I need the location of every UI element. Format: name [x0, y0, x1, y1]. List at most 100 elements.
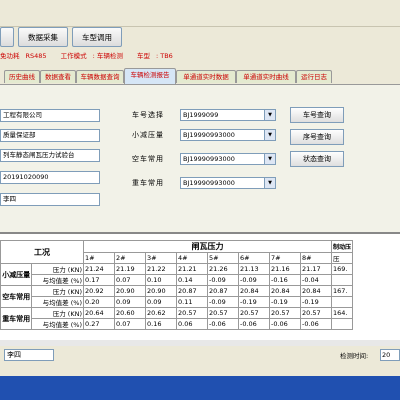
- chevron-down-icon[interactable]: ▼: [264, 110, 275, 120]
- empty-car-label: 空车常用: [132, 155, 164, 163]
- table-cell: 20.60: [114, 307, 146, 319]
- table-cell: 0.16: [145, 318, 177, 330]
- heavy-car-label: 重车常用: [132, 179, 164, 187]
- table-cell: 20.90: [145, 285, 177, 297]
- data-acquire-button[interactable]: 数据采集: [18, 27, 68, 47]
- toolbar-button-partial[interactable]: [0, 27, 14, 47]
- table-cell: 20.57: [269, 307, 301, 319]
- table-cell: -0.19: [300, 296, 332, 308]
- main-window: 数据采集 车型调用 免功耗 RS485 工作模式: 车辆检测 车型: TB6 历史…: [0, 0, 400, 400]
- table-cell: 21.19: [114, 263, 146, 275]
- row-label: 压力 (KN): [31, 307, 84, 319]
- table-cell: 20.57: [300, 307, 332, 319]
- condition-name: 小减压量: [0, 263, 33, 286]
- tab-single-channel-curve[interactable]: 单通道实时曲线: [236, 70, 296, 83]
- table-cell: 20.90: [114, 285, 146, 297]
- table-cell: -0.06: [238, 318, 270, 330]
- table-cell: 21.24: [83, 263, 115, 275]
- tab-test-report[interactable]: 车辆检测报告: [124, 68, 176, 84]
- table-cell: 20.84: [238, 285, 270, 297]
- small-decompression-combo[interactable]: BJ19990993000 ▼: [180, 129, 276, 141]
- table-cell: 20.57: [207, 307, 239, 319]
- pressure-table-area: 工况 闸瓦压力 制动压 1# 2# 3# 4# 5# 6# 7# 8# 压 小减压量 压力 (KN…: [0, 232, 400, 348]
- table-row: 与均值差 (%) 0.17 0.07 0.10 0.14 -0.09 -0.09 -0.16-…: [1, 274, 354, 286]
- extra-header: 制动压: [330, 240, 354, 253]
- chevron-down-icon[interactable]: ▼: [264, 154, 275, 164]
- inspector-field[interactable]: 李四: [4, 349, 54, 361]
- table-row: 与均值差 (%) 0.27 0.07 0.16 0.06 -0.06 -0.06 -0.06-…: [1, 318, 354, 330]
- department-field[interactable]: 质量保证部: [0, 129, 100, 142]
- table-cell: 21.22: [145, 263, 177, 275]
- tab-run-log[interactable]: 运行日志: [296, 70, 332, 83]
- extra-cell: 167.: [330, 285, 354, 297]
- column-header-4: 4#: [176, 252, 208, 264]
- model-load-label: 车型调用: [82, 32, 112, 42]
- status-type: 车型: TB6: [136, 52, 173, 60]
- column-header-6: 6#: [238, 252, 270, 264]
- test-time-field[interactable]: 20: [380, 349, 400, 361]
- tab-vehicle-query[interactable]: 车辆数据查询: [76, 70, 124, 83]
- test-time-label: 检测时间:: [340, 352, 369, 360]
- report-panel: 工程有限公司 质量保证部 列车静态闸瓦压力试验台 20191020090 李四 …: [0, 84, 400, 233]
- row-label: 与均值差 (%): [31, 296, 84, 308]
- extra-cell: 169.: [330, 263, 354, 275]
- table-cell: 0.27: [83, 318, 115, 330]
- table-cell: 20.57: [176, 307, 208, 319]
- pressure-table: 工况 闸瓦压力 制动压 1# 2# 3# 4# 5# 6# 7# 8# 压 小减压量 压力 (KN…: [0, 240, 354, 330]
- extra-subheader: 压: [330, 252, 354, 264]
- serial-query-button[interactable]: 序号查询: [290, 129, 344, 145]
- table-row: 空车常用 压力 (KN) 20.92 20.90 20.90 20.87 20.87 20.8…: [0, 285, 354, 308]
- equipment-field[interactable]: 列车静态闸瓦压力试验台: [0, 149, 100, 162]
- tab-data-view[interactable]: 数据查看: [40, 70, 76, 83]
- car-number-query-button[interactable]: 车号查询: [290, 107, 344, 123]
- operator-field[interactable]: 李四: [0, 193, 100, 206]
- car-select-label: 车号选择: [132, 111, 164, 119]
- small-decompression-label: 小减压量: [132, 131, 164, 139]
- condition-name: 空车常用: [0, 285, 33, 308]
- car-select-combo[interactable]: BJ1999099 ▼: [180, 109, 276, 121]
- table-cell: -0.06: [269, 318, 301, 330]
- table-cell: 20.57: [238, 307, 270, 319]
- tab-history-curve[interactable]: 历史曲线: [4, 70, 40, 83]
- pressure-header: 闸瓦压力: [83, 240, 332, 253]
- column-header-7: 7#: [269, 252, 301, 264]
- company-field[interactable]: 工程有限公司: [0, 109, 100, 122]
- table-cell: -0.09: [207, 274, 239, 286]
- status-query-button[interactable]: 状态查询: [290, 151, 344, 167]
- table-cell: -0.19: [269, 296, 301, 308]
- row-label: 压力 (KN): [31, 285, 84, 297]
- column-header-5: 5#: [207, 252, 239, 264]
- table-cell: 0.14: [176, 274, 208, 286]
- table-cell: 0.07: [114, 318, 146, 330]
- row-label: 压力 (KN): [31, 263, 84, 275]
- table-cell: 20.87: [176, 285, 208, 297]
- table-cell: -0.04: [300, 274, 332, 286]
- table-cell: 20.84: [269, 285, 301, 297]
- table-cell: 0.11: [176, 296, 208, 308]
- extra-cell: 164.: [330, 307, 354, 319]
- tab-single-channel-data[interactable]: 单通道实时数据: [176, 70, 236, 83]
- condition-header: 工况: [0, 240, 84, 264]
- table-cell: -0.16: [269, 274, 301, 286]
- extra-cell: [330, 296, 354, 308]
- table-cell: -0.06: [300, 318, 332, 330]
- table-cell: 21.17: [300, 263, 332, 275]
- table-cell: 21.16: [269, 263, 301, 275]
- column-header-8: 8#: [300, 252, 332, 264]
- table-cell: 0.09: [145, 296, 177, 308]
- condition-name: 重车常用: [0, 307, 33, 330]
- table-cell: 0.07: [114, 274, 146, 286]
- data-acquire-label: 数据采集: [28, 32, 58, 42]
- report-number-field[interactable]: 20191020090: [0, 171, 100, 184]
- model-load-button[interactable]: 车型调用: [72, 27, 122, 47]
- heavy-car-combo[interactable]: BJ19990993000 ▼: [180, 177, 276, 189]
- row-label: 与均值差 (%): [31, 274, 84, 286]
- table-cell: 0.10: [145, 274, 177, 286]
- table-cell: 0.09: [114, 296, 146, 308]
- chevron-down-icon[interactable]: ▼: [264, 130, 275, 140]
- chevron-down-icon[interactable]: ▼: [264, 178, 275, 188]
- table-cell: 21.13: [238, 263, 270, 275]
- empty-car-combo[interactable]: BJ19990993000 ▼: [180, 153, 276, 165]
- status-protocol: 免功耗 RS485: [0, 52, 47, 60]
- table-cell: 0.20: [83, 296, 115, 308]
